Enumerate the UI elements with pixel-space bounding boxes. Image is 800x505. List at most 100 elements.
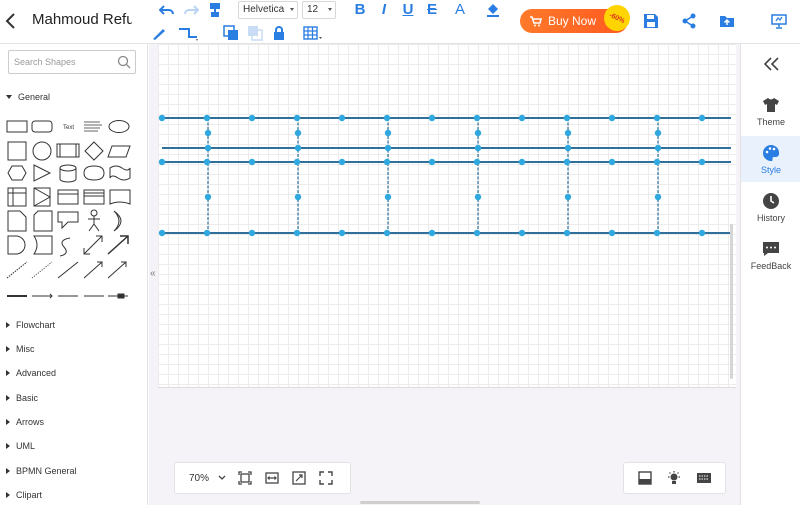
fit-page-icon[interactable] bbox=[236, 469, 254, 487]
save-icon[interactable] bbox=[642, 12, 660, 30]
resize-handle[interactable] bbox=[698, 158, 706, 166]
search-shapes-input[interactable]: Search Shapes bbox=[8, 50, 136, 74]
zoom-level[interactable]: 70% bbox=[189, 473, 217, 484]
underline-button[interactable]: U bbox=[400, 1, 416, 18]
resize-handle[interactable] bbox=[383, 158, 391, 166]
page-layout-icon[interactable] bbox=[637, 471, 652, 485]
resize-handle[interactable] bbox=[293, 229, 301, 237]
document-title[interactable]: Mahmoud Refug bbox=[32, 11, 132, 28]
chevron-down-icon[interactable] bbox=[217, 473, 227, 483]
connector-style-icon[interactable] bbox=[176, 24, 202, 42]
keyboard-icon[interactable] bbox=[696, 471, 712, 485]
resize-handle[interactable] bbox=[473, 114, 481, 122]
search-icon[interactable] bbox=[117, 55, 131, 69]
resize-handle[interactable] bbox=[338, 229, 346, 237]
resize-handle[interactable] bbox=[653, 229, 661, 237]
font-size-select[interactable]: 12 bbox=[302, 1, 336, 19]
category-advanced[interactable]: Advanced bbox=[6, 368, 56, 378]
resize-handle[interactable] bbox=[338, 158, 346, 166]
resize-handle[interactable] bbox=[248, 114, 256, 122]
category-flowchart[interactable]: Flowchart bbox=[6, 320, 55, 330]
resize-handle[interactable] bbox=[653, 114, 661, 122]
resize-handle[interactable] bbox=[474, 129, 482, 137]
selection-handles[interactable] bbox=[158, 114, 706, 237]
resize-handle[interactable] bbox=[203, 114, 211, 122]
panel-feedback[interactable]: FeedBack bbox=[741, 232, 800, 278]
drawing-canvas[interactable] bbox=[158, 44, 736, 388]
table-insert-icon[interactable] bbox=[302, 24, 324, 42]
resize-handle[interactable] bbox=[428, 229, 436, 237]
panel-style[interactable]: Style bbox=[741, 136, 800, 182]
panel-theme[interactable]: Theme bbox=[741, 88, 800, 134]
category-bpmn-general[interactable]: BPMN General bbox=[6, 466, 77, 476]
resize-handle[interactable] bbox=[293, 158, 301, 166]
share-icon[interactable] bbox=[680, 12, 698, 30]
collapse-panel-icon[interactable] bbox=[763, 56, 781, 72]
resize-handle[interactable] bbox=[608, 114, 616, 122]
lightbulb-icon[interactable] bbox=[667, 471, 681, 485]
canvas-area[interactable]: « 70% bbox=[149, 44, 740, 505]
send-back-icon[interactable] bbox=[246, 24, 264, 42]
resize-handle[interactable] bbox=[294, 193, 302, 201]
resize-handle[interactable] bbox=[384, 144, 392, 152]
resize-handle[interactable] bbox=[518, 158, 526, 166]
resize-handle[interactable] bbox=[653, 158, 661, 166]
resize-handle[interactable] bbox=[294, 144, 302, 152]
fullscreen-icon[interactable] bbox=[317, 469, 335, 487]
present-icon[interactable] bbox=[770, 12, 788, 30]
resize-handle[interactable] bbox=[473, 158, 481, 166]
resize-handle[interactable] bbox=[654, 144, 662, 152]
selected-table-diagram[interactable] bbox=[158, 44, 736, 388]
format-painter-icon[interactable] bbox=[206, 1, 224, 19]
category-uml[interactable]: UML bbox=[6, 441, 35, 451]
line-color-icon[interactable] bbox=[150, 24, 168, 42]
category-clipart[interactable]: Clipart bbox=[6, 490, 42, 500]
fill-color-icon[interactable] bbox=[484, 1, 502, 19]
resize-handle[interactable] bbox=[564, 144, 572, 152]
general-shapes-grid[interactable]: Text bbox=[4, 114, 144, 314]
resize-handle[interactable] bbox=[518, 229, 526, 237]
resize-handle[interactable] bbox=[474, 144, 482, 152]
resize-handle[interactable] bbox=[608, 229, 616, 237]
resize-handle[interactable] bbox=[248, 229, 256, 237]
horizontal-scrollbar[interactable] bbox=[360, 501, 480, 504]
resize-handle[interactable] bbox=[564, 193, 572, 201]
strikethrough-button[interactable]: E bbox=[424, 1, 440, 18]
lock-icon[interactable] bbox=[270, 24, 288, 42]
resize-handle[interactable] bbox=[383, 114, 391, 122]
resize-handle[interactable] bbox=[338, 114, 346, 122]
resize-handle[interactable] bbox=[654, 129, 662, 137]
font-family-select[interactable]: Helvetica bbox=[238, 1, 298, 19]
resize-handle[interactable] bbox=[518, 114, 526, 122]
resize-handle[interactable] bbox=[563, 114, 571, 122]
fit-width-icon[interactable] bbox=[263, 469, 281, 487]
resize-handle[interactable] bbox=[293, 114, 301, 122]
export-folder-icon[interactable] bbox=[718, 12, 736, 30]
resize-handle[interactable] bbox=[203, 158, 211, 166]
resize-handle[interactable] bbox=[563, 158, 571, 166]
resize-handle[interactable] bbox=[384, 129, 392, 137]
resize-handle[interactable] bbox=[204, 129, 212, 137]
resize-handle[interactable] bbox=[474, 193, 482, 201]
bold-button[interactable]: B bbox=[352, 1, 368, 18]
category-arrows[interactable]: Arrows bbox=[6, 417, 44, 427]
italic-button[interactable]: I bbox=[376, 1, 392, 18]
text-color-button[interactable]: A bbox=[452, 1, 468, 18]
undo-icon[interactable] bbox=[158, 1, 176, 19]
category-misc[interactable]: Misc bbox=[6, 344, 35, 354]
resize-handle[interactable] bbox=[473, 229, 481, 237]
resize-handle[interactable] bbox=[158, 158, 166, 166]
resize-handle[interactable] bbox=[384, 193, 392, 201]
resize-handle[interactable] bbox=[204, 144, 212, 152]
category-basic[interactable]: Basic bbox=[6, 393, 38, 403]
bring-front-icon[interactable] bbox=[222, 24, 240, 42]
actual-size-icon[interactable] bbox=[290, 469, 308, 487]
resize-handle[interactable] bbox=[158, 229, 166, 237]
resize-handle[interactable] bbox=[608, 158, 616, 166]
redo-icon[interactable] bbox=[182, 1, 200, 19]
resize-handle[interactable] bbox=[203, 229, 211, 237]
resize-handle[interactable] bbox=[428, 158, 436, 166]
resize-handle[interactable] bbox=[294, 129, 302, 137]
resize-handle[interactable] bbox=[383, 229, 391, 237]
resize-handle[interactable] bbox=[248, 158, 256, 166]
